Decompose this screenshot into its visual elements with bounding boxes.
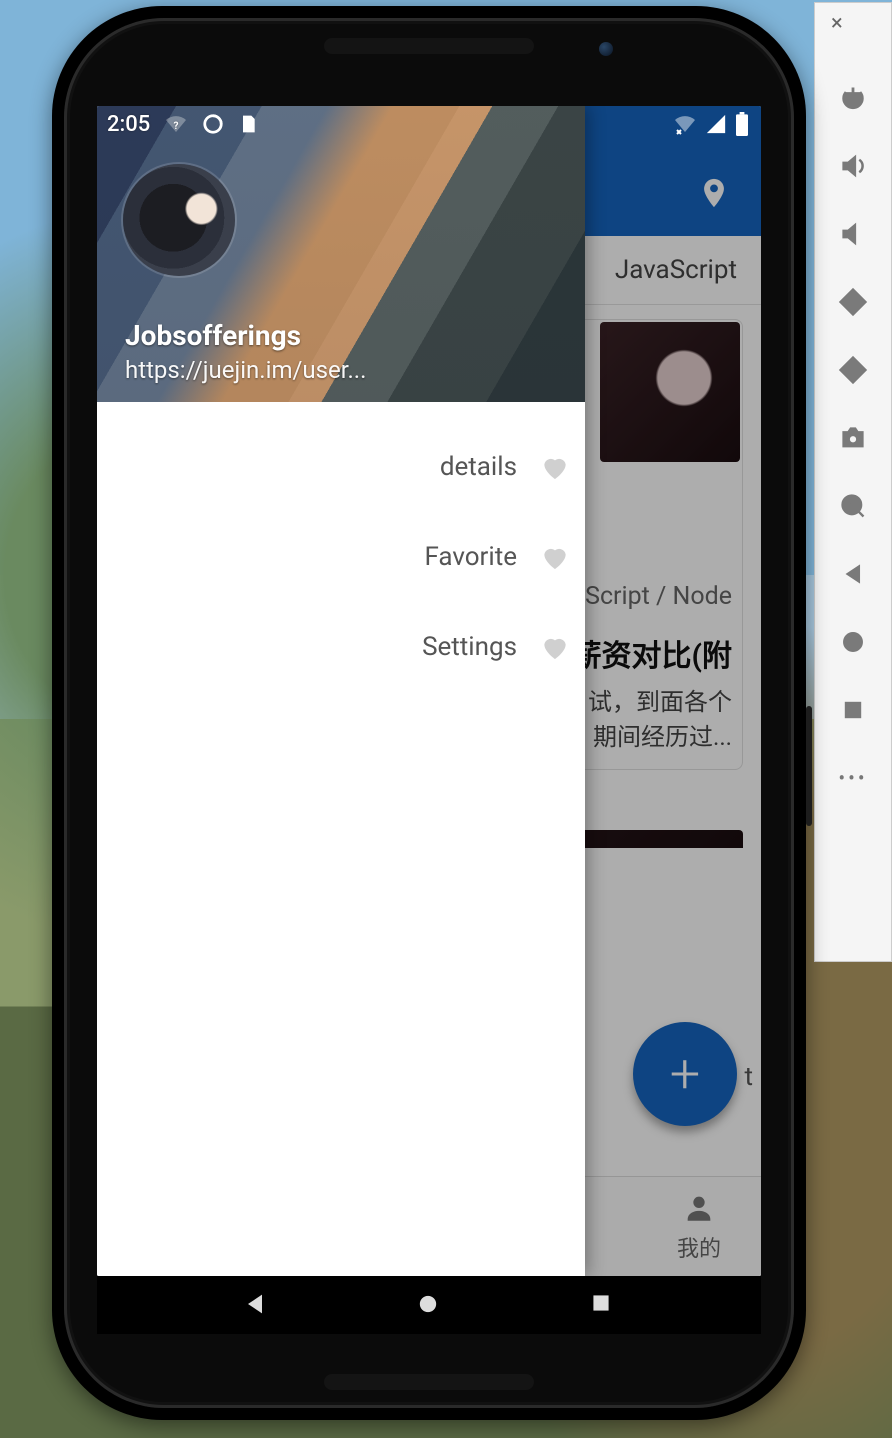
drawer-item-favorite[interactable]: Favorite: [97, 512, 585, 602]
navigation-drawer: Jobsofferings https://juejin.im/user... …: [97, 106, 585, 1276]
power-icon[interactable]: [833, 82, 873, 114]
drawer-list: details Favorite Settings: [97, 402, 585, 1276]
android-nav-bar: [97, 1276, 761, 1334]
emulator-close-button[interactable]: ×: [831, 11, 843, 36]
heart-icon: [539, 451, 571, 483]
data-saver-icon: [202, 113, 224, 135]
more-icon[interactable]: •••: [833, 762, 873, 794]
avatar[interactable]: [123, 164, 235, 276]
front-camera: [599, 42, 613, 56]
nav-home-icon[interactable]: [414, 1290, 444, 1320]
drawer-item-label: Settings: [422, 632, 517, 662]
sd-card-icon: [238, 113, 258, 135]
earpiece-speaker: [324, 38, 534, 54]
back-icon[interactable]: [833, 558, 873, 590]
nav-back-icon[interactable]: [241, 1290, 271, 1320]
zoom-in-icon[interactable]: [833, 490, 873, 522]
drawer-item-label: Favorite: [424, 542, 517, 572]
heart-icon: [539, 541, 571, 573]
drawer-username: Jobsofferings: [125, 319, 557, 352]
wifi-question-icon: ?: [164, 112, 188, 136]
device-frame: JavaScript aScript / Node 薪资对比(附 试，到面各个 …: [52, 6, 806, 1420]
drawer-profile-link[interactable]: https://juejin.im/user...: [125, 356, 557, 384]
home-circle-icon[interactable]: [833, 626, 873, 658]
device-screen: JavaScript aScript / Node 薪资对比(附 试，到面各个 …: [97, 106, 761, 1276]
rotate-right-icon[interactable]: [833, 354, 873, 386]
drawer-item-settings[interactable]: Settings: [97, 602, 585, 692]
signal-icon: [705, 113, 727, 135]
drawer-header: Jobsofferings https://juejin.im/user...: [97, 106, 585, 402]
nav-overview-icon[interactable]: [588, 1290, 618, 1320]
volume-down-icon[interactable]: [833, 218, 873, 250]
battery-icon: [735, 112, 749, 136]
emulator-toolbar: × •••: [814, 2, 892, 962]
volume-up-icon[interactable]: [833, 150, 873, 182]
status-time: 2:05: [107, 112, 150, 137]
svg-text:?: ?: [174, 121, 179, 132]
heart-icon: [539, 631, 571, 663]
bottom-speaker: [324, 1374, 534, 1390]
camera-icon[interactable]: [833, 422, 873, 454]
rotate-left-icon[interactable]: [833, 286, 873, 318]
status-bar: 2:05 ?: [97, 106, 761, 142]
overview-icon[interactable]: [833, 694, 873, 726]
drawer-item-details[interactable]: details: [97, 422, 585, 512]
wifi-x-icon: [673, 112, 697, 136]
drawer-item-label: details: [440, 452, 517, 482]
